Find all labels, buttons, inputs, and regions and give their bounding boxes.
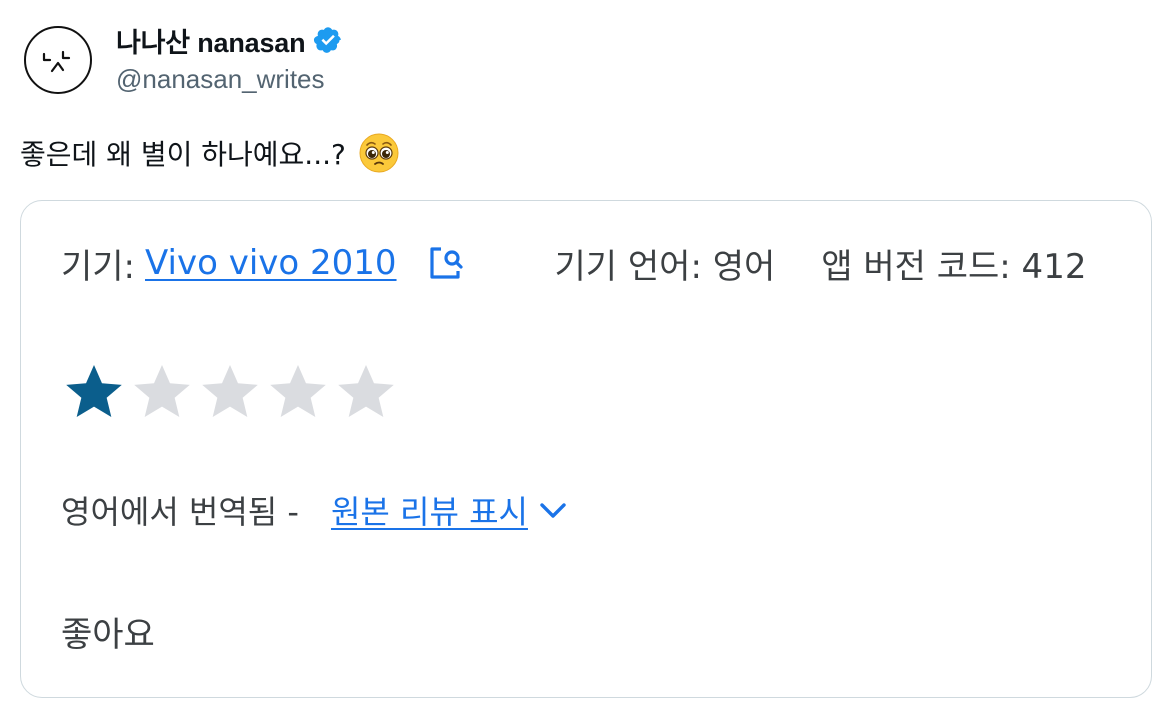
star-empty-icon	[338, 365, 394, 418]
tweet-container: 나나산 nanasan @nanasan_writes 좋은데 왜 별이 하나예…	[0, 0, 1174, 720]
chevron-down-icon[interactable]	[536, 493, 570, 527]
review-card: 기기: Vivo vivo 2010 기기 언어: 영어 앱 버전 코드: 41…	[20, 200, 1152, 698]
pleading-face-emoji	[359, 133, 399, 173]
translated-from-label: 영어에서 번역됨 -	[61, 493, 299, 531]
app-version-code: 앱 버전 코드: 412	[821, 246, 1087, 287]
star-empty-icon	[270, 365, 326, 418]
star-empty-icon	[134, 365, 190, 418]
review-meta-row: 기기: Vivo vivo 2010 기기 언어: 영어 앱 버전 코드: 41…	[61, 239, 1121, 287]
user-handle[interactable]: @nanasan_writes	[116, 64, 325, 95]
smiley-face-icon	[42, 50, 71, 73]
star-rating	[61, 359, 399, 425]
star-empty-icon	[202, 365, 258, 418]
verified-badge-icon	[314, 27, 342, 53]
device-language: 기기 언어: 영어	[554, 246, 776, 287]
tweet-text-row: 좋은데 왜 별이 하나예요...?	[20, 130, 400, 176]
device-info: 기기: Vivo vivo 2010	[61, 239, 465, 288]
display-name-row: 나나산 nanasan	[116, 22, 343, 58]
translation-row: 영어에서 번역됨 - 원본 리뷰 표시	[61, 485, 570, 535]
star-filled-icon	[66, 365, 122, 418]
device-label: 기기:	[61, 246, 136, 287]
avatar[interactable]	[24, 26, 92, 94]
review-text: 좋아요	[61, 615, 155, 655]
show-original-review-link[interactable]: 원본 리뷰 표시	[331, 487, 528, 533]
tweet-text: 좋은데 왜 별이 하나예요...?	[20, 138, 346, 171]
display-name[interactable]: 나나산 nanasan	[116, 21, 306, 60]
external-link-icon[interactable]	[425, 243, 465, 283]
device-link[interactable]: Vivo vivo 2010	[145, 243, 397, 283]
